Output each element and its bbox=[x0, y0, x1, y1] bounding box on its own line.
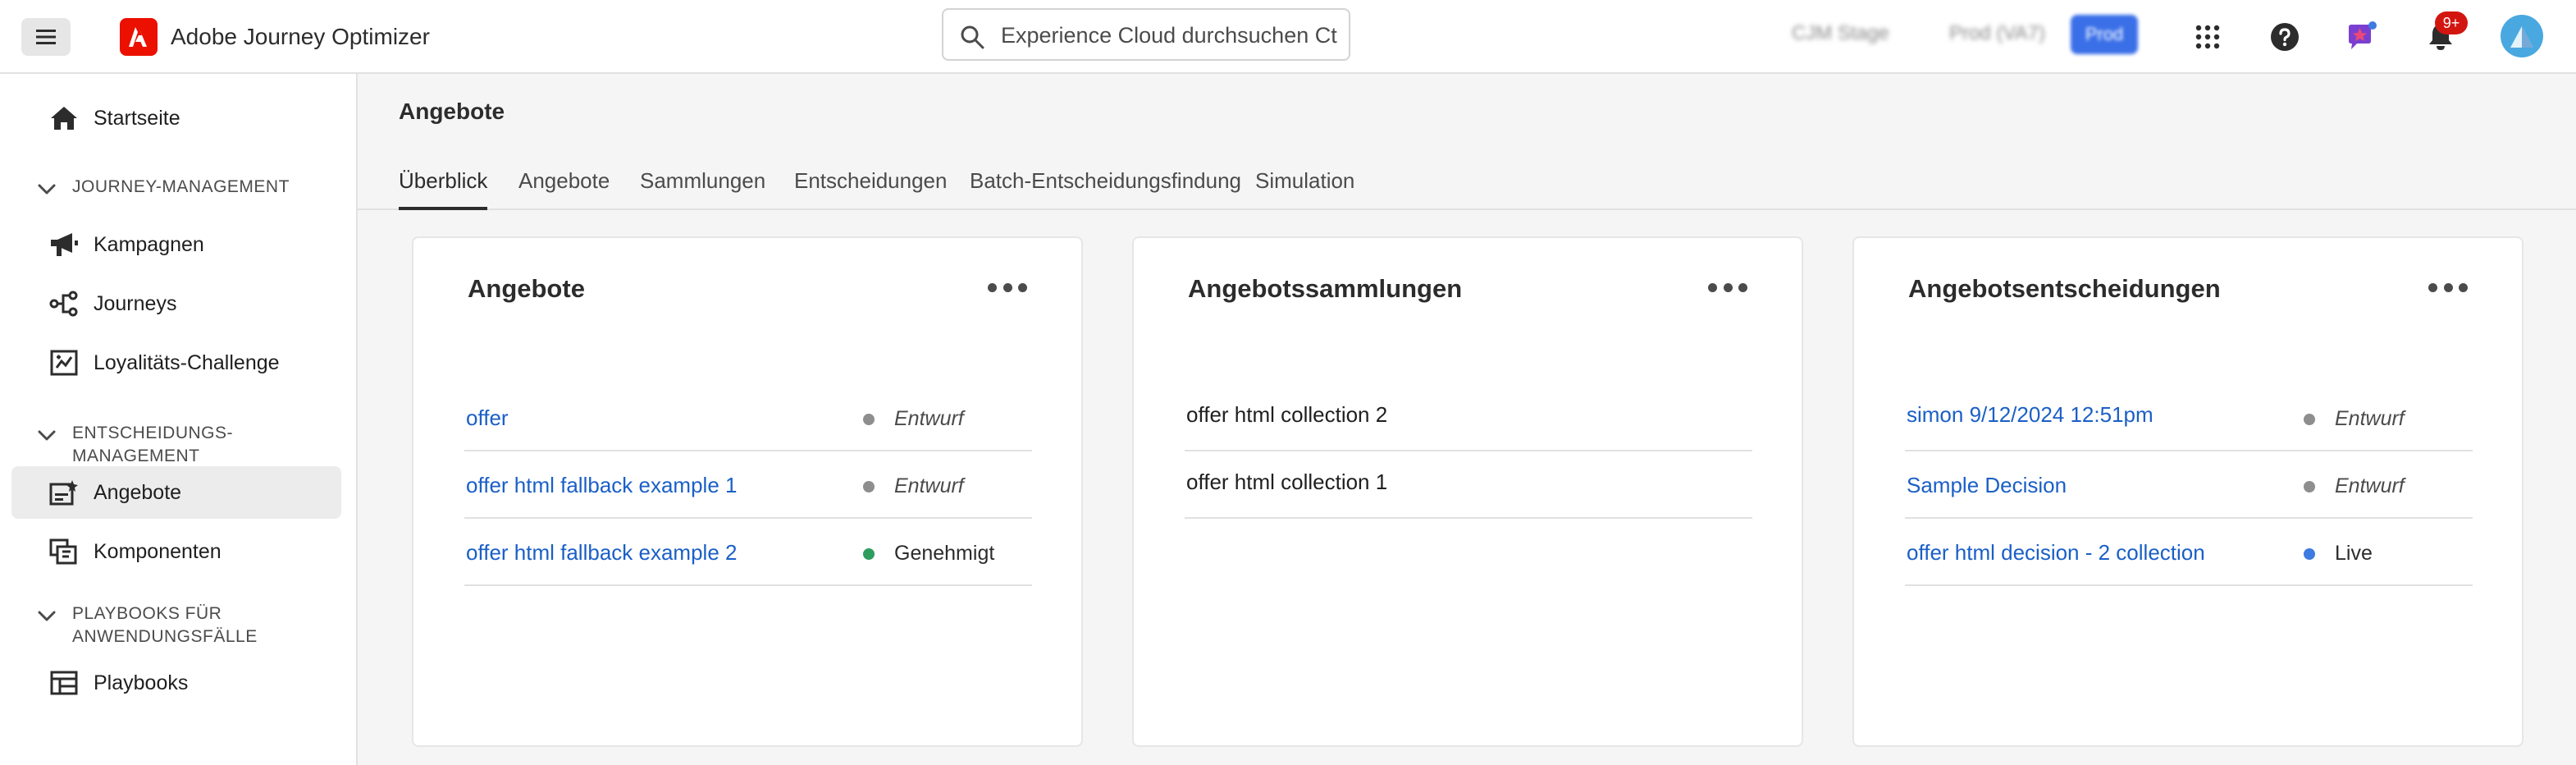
section-label: ENTSCHEIDUNGS-MANAGEMENT bbox=[72, 424, 234, 465]
top-bar: Adobe Journey Optimizer CJM Stage Prod (… bbox=[0, 0, 2576, 74]
decision-link[interactable]: Sample Decision bbox=[1907, 473, 2067, 498]
section-playbooks[interactable]: PLAYBOOKS FÜR ANWENDUNGSFÄLLE bbox=[36, 602, 310, 648]
status-dot-icon bbox=[2304, 413, 2315, 425]
status-dot-icon bbox=[863, 480, 875, 492]
sandbox-switcher[interactable]: Prod (VA7) bbox=[1949, 22, 2045, 45]
home-icon bbox=[49, 105, 79, 131]
offer-icon bbox=[49, 479, 79, 506]
sidebar-item-komponenten[interactable]: Komponenten bbox=[11, 525, 341, 578]
list-item: offer html decision - 2 collection Live bbox=[1905, 519, 2473, 586]
help-icon[interactable] bbox=[2266, 18, 2304, 56]
sidebar-item-label: Angebote bbox=[94, 481, 182, 504]
more-options-icon[interactable] bbox=[1708, 277, 1747, 297]
menu-toggle-button[interactable] bbox=[21, 18, 71, 56]
collection-name[interactable]: offer html collection 1 bbox=[1186, 470, 1387, 495]
list-item[interactable]: offer html collection 2 bbox=[1185, 384, 1752, 451]
status-badge: Live bbox=[2304, 542, 2373, 566]
components-icon bbox=[49, 538, 79, 565]
status-label: Entwurf bbox=[2335, 474, 2405, 497]
status-badge: Entwurf bbox=[863, 474, 964, 498]
offer-link[interactable]: offer html fallback example 2 bbox=[466, 540, 737, 566]
chevron-down-icon bbox=[38, 184, 56, 195]
status-dot-icon bbox=[2304, 480, 2315, 492]
chevron-down-icon bbox=[38, 611, 56, 621]
sidebar-item-loyalty-challenge[interactable]: Loyalitäts-Challenge bbox=[11, 337, 341, 389]
list-item: offer html fallback example 1 Entwurf bbox=[464, 451, 1032, 519]
status-label: Live bbox=[2335, 542, 2373, 565]
collections-card: Angebotssammlungen offer html collection… bbox=[1132, 236, 1803, 747]
section-label: JOURNEY-MANAGEMENT bbox=[72, 177, 290, 196]
collection-name[interactable]: offer html collection 2 bbox=[1186, 402, 1387, 428]
tab-collections[interactable]: Sammlungen bbox=[640, 164, 765, 210]
status-badge: Entwurf bbox=[2304, 407, 2405, 431]
decision-link[interactable]: simon 9/12/2024 12:51pm bbox=[1907, 402, 2154, 428]
search-field[interactable] bbox=[942, 8, 1350, 61]
search-icon bbox=[961, 25, 984, 49]
sidebar-item-angebote[interactable]: Angebote bbox=[11, 466, 341, 519]
tab-overview[interactable]: Überblick bbox=[399, 164, 488, 210]
chevron-down-icon bbox=[38, 430, 56, 441]
status-badge: Genehmigt bbox=[863, 542, 994, 566]
more-options-icon[interactable] bbox=[988, 277, 1027, 297]
offer-link[interactable]: offer bbox=[466, 405, 509, 431]
decision-link[interactable]: offer html decision - 2 collection bbox=[1907, 540, 2205, 566]
search-input[interactable] bbox=[1001, 20, 1337, 51]
environment-button[interactable]: Prod bbox=[2071, 15, 2138, 54]
status-label: Entwurf bbox=[894, 474, 964, 497]
status-dot-icon bbox=[2304, 547, 2315, 560]
journey-icon bbox=[49, 291, 79, 317]
notification-badge: 9+ bbox=[2435, 11, 2468, 34]
apps-grid-icon[interactable] bbox=[2189, 18, 2227, 56]
playbook-icon bbox=[49, 670, 79, 696]
more-options-icon[interactable] bbox=[2428, 277, 2468, 297]
section-journey-management[interactable]: JOURNEY-MANAGEMENT bbox=[36, 176, 310, 199]
list-item: simon 9/12/2024 12:51pm Entwurf bbox=[1905, 384, 2473, 451]
app-title[interactable]: Adobe Journey Optimizer bbox=[171, 21, 430, 53]
card-title: Angebotssammlungen bbox=[1188, 274, 1463, 303]
offer-link[interactable]: offer html fallback example 1 bbox=[466, 473, 737, 498]
tab-decisions[interactable]: Entscheidungen bbox=[794, 164, 947, 210]
offers-card: Angebote offer Entwurf offer html fallba… bbox=[412, 236, 1083, 747]
sidebar-item-label: Playbooks bbox=[94, 671, 189, 694]
tab-offers[interactable]: Angebote bbox=[518, 164, 610, 210]
status-label: Entwurf bbox=[2335, 407, 2405, 430]
hamburger-icon bbox=[36, 30, 56, 44]
list-item: offer Entwurf bbox=[464, 384, 1032, 451]
list-item: Sample Decision Entwurf bbox=[1905, 451, 2473, 519]
status-dot-icon bbox=[863, 413, 875, 425]
card-title: Angebote bbox=[468, 274, 585, 303]
list-item: offer html fallback example 2 Genehmigt bbox=[464, 519, 1032, 586]
status-label: Genehmigt bbox=[894, 542, 995, 565]
section-label: PLAYBOOKS FÜR ANWENDUNGSFÄLLE bbox=[72, 604, 258, 646]
feedback-icon[interactable] bbox=[2343, 18, 2381, 56]
challenge-icon bbox=[49, 350, 79, 376]
avatar[interactable] bbox=[2501, 15, 2543, 57]
sidebar: Startseite JOURNEY-MANAGEMENT Kampagnen … bbox=[0, 74, 358, 765]
sidebar-item-home[interactable]: Startseite bbox=[11, 92, 341, 144]
status-badge: Entwurf bbox=[2304, 474, 2405, 498]
megaphone-icon bbox=[49, 231, 79, 258]
sidebar-item-label: Kampagnen bbox=[94, 233, 204, 256]
sidebar-item-journeys[interactable]: Journeys bbox=[11, 277, 341, 330]
status-dot-icon bbox=[863, 547, 875, 560]
section-decision-management[interactable]: ENTSCHEIDUNGS-MANAGEMENT bbox=[36, 422, 310, 468]
card-title: Angebotsentscheidungen bbox=[1908, 274, 2221, 303]
decisions-card: Angebotsentscheidungen simon 9/12/2024 1… bbox=[1852, 236, 2523, 747]
tab-batch-decisioning[interactable]: Batch-Entscheidungsfindung bbox=[970, 164, 1241, 210]
sidebar-item-label: Journeys bbox=[94, 292, 177, 315]
sidebar-item-label: Loyalitäts-Challenge bbox=[94, 351, 280, 374]
tab-simulation[interactable]: Simulation bbox=[1255, 164, 1354, 210]
adobe-logo-icon[interactable] bbox=[120, 18, 158, 56]
org-switcher[interactable]: CJM Stage bbox=[1792, 22, 1889, 45]
status-badge: Entwurf bbox=[863, 407, 964, 431]
sidebar-item-label: Startseite bbox=[94, 107, 180, 130]
sidebar-item-kampagnen[interactable]: Kampagnen bbox=[11, 218, 341, 271]
page-title: Angebote bbox=[399, 98, 505, 124]
list-item[interactable]: offer html collection 1 bbox=[1185, 451, 1752, 519]
sidebar-item-label: Komponenten bbox=[94, 540, 222, 563]
sidebar-item-playbooks[interactable]: Playbooks bbox=[11, 657, 341, 709]
status-label: Entwurf bbox=[894, 407, 964, 430]
